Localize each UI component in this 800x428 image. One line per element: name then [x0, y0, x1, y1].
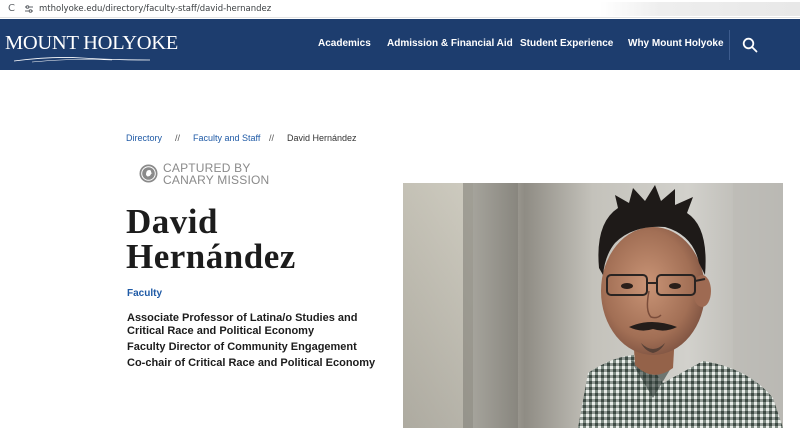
stamp-line-2: CANARY MISSION [163, 173, 270, 187]
profile-photo [403, 183, 783, 428]
mount-holyoke-logo[interactable]: MOUNT HOLYOKE [5, 32, 178, 54]
nav-student-experience[interactable]: Student Experience [520, 38, 613, 50]
profile-title: Faculty Director of Community Engagement [127, 341, 357, 353]
logo-swash [13, 57, 151, 63]
breadcrumb-separator: // [175, 133, 181, 143]
profile-title: Associate Professor of Latina/o Studies … [127, 312, 358, 337]
reload-icon[interactable]: C [8, 3, 15, 15]
profile-title: Co-chair of Critical Race and Political … [127, 357, 376, 369]
profile-titles: Associate Professor of Latina/o Studies … [127, 312, 387, 370]
canary-mission-icon [139, 164, 158, 183]
nav-academics[interactable]: Academics [318, 38, 371, 50]
profile-name: David Hernández [126, 204, 296, 274]
last-name: Hernández [126, 237, 296, 276]
breadcrumb-directory[interactable]: Directory [126, 133, 162, 144]
profile-category[interactable]: Faculty [127, 288, 162, 300]
toolbar-blur [600, 2, 800, 16]
site-settings-icon[interactable] [24, 4, 34, 14]
site-header: MOUNT HOLYOKE Academics Admission & Fina… [0, 19, 800, 70]
breadcrumb-faculty-and-staff[interactable]: Faculty and Staff [193, 133, 260, 144]
first-name: David [126, 202, 218, 241]
browser-address-bar: C mtholyoke.edu/directory/faculty-staff/… [0, 0, 800, 18]
captured-stamp: CAPTURED BY CANARY MISSION [163, 162, 269, 186]
breadcrumb-separator: // [269, 133, 275, 143]
breadcrumb-current: David Hernández [287, 133, 357, 143]
search-icon[interactable] [742, 37, 758, 53]
nav-admission-financial-aid[interactable]: Admission & Financial Aid [387, 38, 513, 50]
portrait-illustration [403, 183, 783, 428]
url-field[interactable]: mtholyoke.edu/directory/faculty-staff/da… [39, 3, 271, 15]
nav-why-mount-holyoke[interactable]: Why Mount Holyoke [628, 38, 724, 50]
nav-divider [729, 30, 730, 60]
